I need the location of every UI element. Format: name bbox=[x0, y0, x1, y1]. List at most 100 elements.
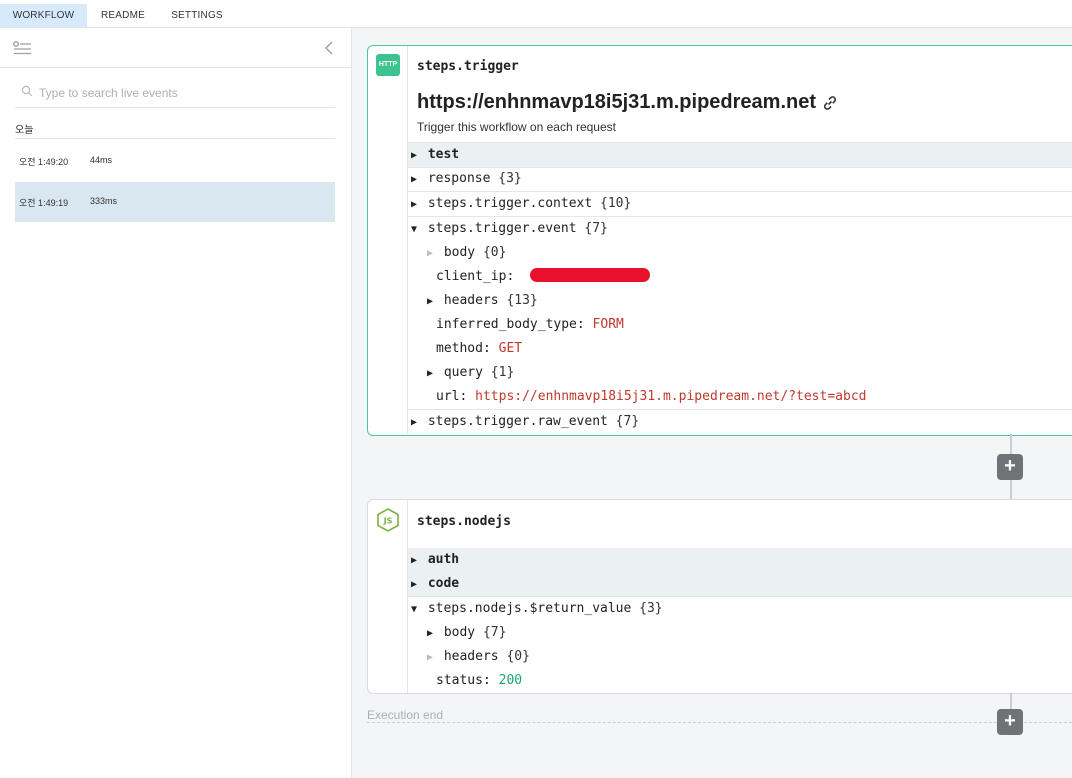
filter-list-icon[interactable] bbox=[13, 41, 31, 55]
tree-count: {10} bbox=[600, 196, 632, 211]
tree-key: headers bbox=[443, 649, 499, 664]
tree-key: body bbox=[443, 245, 476, 260]
http-icon: HTTP bbox=[376, 54, 400, 76]
tree-row-event[interactable]: ▼ steps.trigger.event {7} bbox=[408, 217, 1072, 241]
tree-count: {3} bbox=[498, 171, 522, 186]
search-icon bbox=[21, 85, 33, 97]
tree-count: {7} bbox=[584, 221, 608, 236]
step-name: steps.nodejs bbox=[417, 514, 511, 529]
tab-readme[interactable]: README bbox=[92, 4, 154, 27]
divider bbox=[0, 67, 351, 68]
tree-key: response bbox=[427, 171, 491, 186]
add-step-button[interactable]: + bbox=[997, 709, 1023, 735]
trigger-step-card[interactable]: HTTP steps.trigger https://enhnmavp18i5j… bbox=[367, 45, 1072, 436]
tree-row-auth[interactable]: ▶ auth bbox=[408, 548, 1072, 572]
tree-key: status: bbox=[436, 673, 491, 688]
tree-key: steps.nodejs.$return_value bbox=[427, 601, 632, 616]
svg-text:JS: JS bbox=[383, 517, 393, 526]
step-name: steps.trigger bbox=[417, 59, 519, 74]
tree-key: body bbox=[443, 625, 476, 640]
tree-value: 200 bbox=[498, 673, 523, 688]
link-icon[interactable] bbox=[822, 95, 838, 111]
execution-end-label: Execution end bbox=[367, 708, 444, 722]
add-step-button[interactable]: + bbox=[997, 454, 1023, 480]
event-duration: 333ms bbox=[90, 196, 118, 206]
tree-row-headers[interactable]: ▶ headers {0} bbox=[424, 645, 1072, 669]
tree-row-test[interactable]: ▶ test bbox=[408, 142, 1072, 168]
tree-key: test bbox=[427, 147, 460, 162]
tree-row-inferred-body-type: inferred_body_type: FORM bbox=[436, 313, 1072, 337]
caret-right-icon[interactable]: ▶ bbox=[408, 144, 420, 168]
event-time: 오전 1:49:19 bbox=[19, 198, 69, 208]
tree-key: code bbox=[427, 576, 460, 591]
tree-key: headers bbox=[443, 293, 499, 308]
execution-end-line bbox=[367, 722, 1072, 723]
event-time: 오전 1:49:20 bbox=[19, 157, 69, 167]
caret-right-icon[interactable]: ▶ bbox=[424, 622, 436, 646]
tree-key: inferred_body_type: bbox=[436, 317, 585, 332]
caret-right-icon[interactable]: ▶ bbox=[424, 362, 436, 386]
tree-row-context[interactable]: ▶ steps.trigger.context {10} bbox=[408, 192, 1072, 217]
tree-row-code[interactable]: ▶ code bbox=[408, 572, 1072, 597]
tree-count: {7} bbox=[482, 625, 507, 640]
caret-down-icon[interactable]: ▼ bbox=[408, 218, 420, 242]
tree-count: {3} bbox=[639, 601, 663, 616]
trigger-url[interactable]: https://enhnmavp18i5j31.m.pipedream.net bbox=[417, 91, 838, 114]
date-group-label: 오늘 bbox=[15, 125, 34, 136]
nodejs-step-card[interactable]: JS steps.nodejs ▶ auth ▶ code ▼ steps.no… bbox=[367, 499, 1072, 694]
tree-count: {0} bbox=[506, 649, 530, 664]
tree-count: {13} bbox=[506, 293, 538, 308]
tree-key: steps.trigger.event bbox=[427, 221, 577, 236]
tree-value: FORM bbox=[592, 317, 624, 332]
tree-key: query bbox=[443, 365, 483, 380]
trigger-url-text[interactable]: https://enhnmavp18i5j31.m.pipedream.net bbox=[417, 91, 816, 113]
top-tab-bar: WORKFLOW README SETTINGS bbox=[0, 0, 1072, 28]
caret-down-icon[interactable]: ▼ bbox=[408, 598, 420, 622]
tree-row-query[interactable]: ▶ query {1} bbox=[424, 361, 1072, 385]
tree-row-body[interactable]: ▶ body {7} bbox=[424, 621, 1072, 645]
event-row-selected[interactable]: 오전 1:49:19 333ms bbox=[15, 182, 335, 222]
tree-count: {7} bbox=[615, 414, 640, 429]
event-inspector-sidebar: 오늘 오전 1:49:20 44ms 오전 1:49:19 333ms bbox=[0, 28, 352, 778]
tree-key: url: bbox=[436, 389, 468, 404]
tab-settings[interactable]: SETTINGS bbox=[165, 4, 229, 27]
tree-count: {0} bbox=[482, 245, 507, 260]
search-input[interactable] bbox=[37, 82, 331, 104]
card-gutter: JS bbox=[368, 500, 408, 693]
tree-key: client_ip: bbox=[436, 269, 515, 284]
tree-row-response[interactable]: ▶ response {3} bbox=[408, 167, 1072, 192]
workflow-canvas: HTTP steps.trigger https://enhnmavp18i5j… bbox=[352, 28, 1072, 778]
nodejs-icon: JS bbox=[377, 508, 399, 532]
caret-right-icon[interactable]: ▶ bbox=[424, 290, 436, 314]
event-row[interactable]: 오전 1:49:20 44ms bbox=[15, 141, 335, 181]
tree-value[interactable]: https://enhnmavp18i5j31.m.pipedream.net/… bbox=[475, 389, 866, 404]
caret-right-icon[interactable]: ▶ bbox=[408, 193, 420, 217]
tree-key: steps.trigger.raw_event bbox=[427, 414, 608, 429]
tree-row-url: url: https://enhnmavp18i5j31.m.pipedream… bbox=[408, 385, 1072, 410]
caret-right-icon[interactable]: ▶ bbox=[408, 573, 420, 597]
tree-row-headers[interactable]: ▶ headers {13} bbox=[424, 289, 1072, 313]
chevron-left-icon[interactable] bbox=[323, 41, 337, 55]
tree-key: auth bbox=[427, 552, 460, 567]
caret-right-icon[interactable]: ▶ bbox=[408, 411, 420, 435]
redaction-mark bbox=[530, 268, 650, 282]
tab-workflow[interactable]: WORKFLOW bbox=[0, 4, 87, 27]
tree-row-status: status: 200 bbox=[436, 669, 1072, 693]
tree-count: {1} bbox=[490, 365, 515, 380]
tree-row-raw-event[interactable]: ▶ steps.trigger.raw_event {7} bbox=[408, 410, 1072, 434]
tree-row-return-value[interactable]: ▼ steps.nodejs.$return_value {3} bbox=[408, 597, 1072, 621]
caret-right-icon[interactable]: ▶ bbox=[408, 549, 420, 573]
tree-row-method: method: GET bbox=[436, 337, 1072, 361]
caret-right-icon: ▶ bbox=[426, 652, 434, 663]
event-duration: 44ms bbox=[90, 155, 113, 165]
event-search bbox=[15, 80, 335, 108]
tree-key: steps.trigger.context bbox=[427, 196, 593, 211]
divider bbox=[15, 138, 335, 139]
tree-key: method: bbox=[436, 341, 491, 356]
caret-right-icon: ▶ bbox=[426, 248, 434, 259]
trigger-description: Trigger this workflow on each request bbox=[417, 120, 616, 134]
card-gutter: HTTP bbox=[368, 46, 408, 435]
caret-right-icon[interactable]: ▶ bbox=[408, 168, 420, 192]
tree-value: GET bbox=[498, 341, 523, 356]
tree-row-body[interactable]: ▶ body {0} bbox=[424, 241, 1072, 265]
